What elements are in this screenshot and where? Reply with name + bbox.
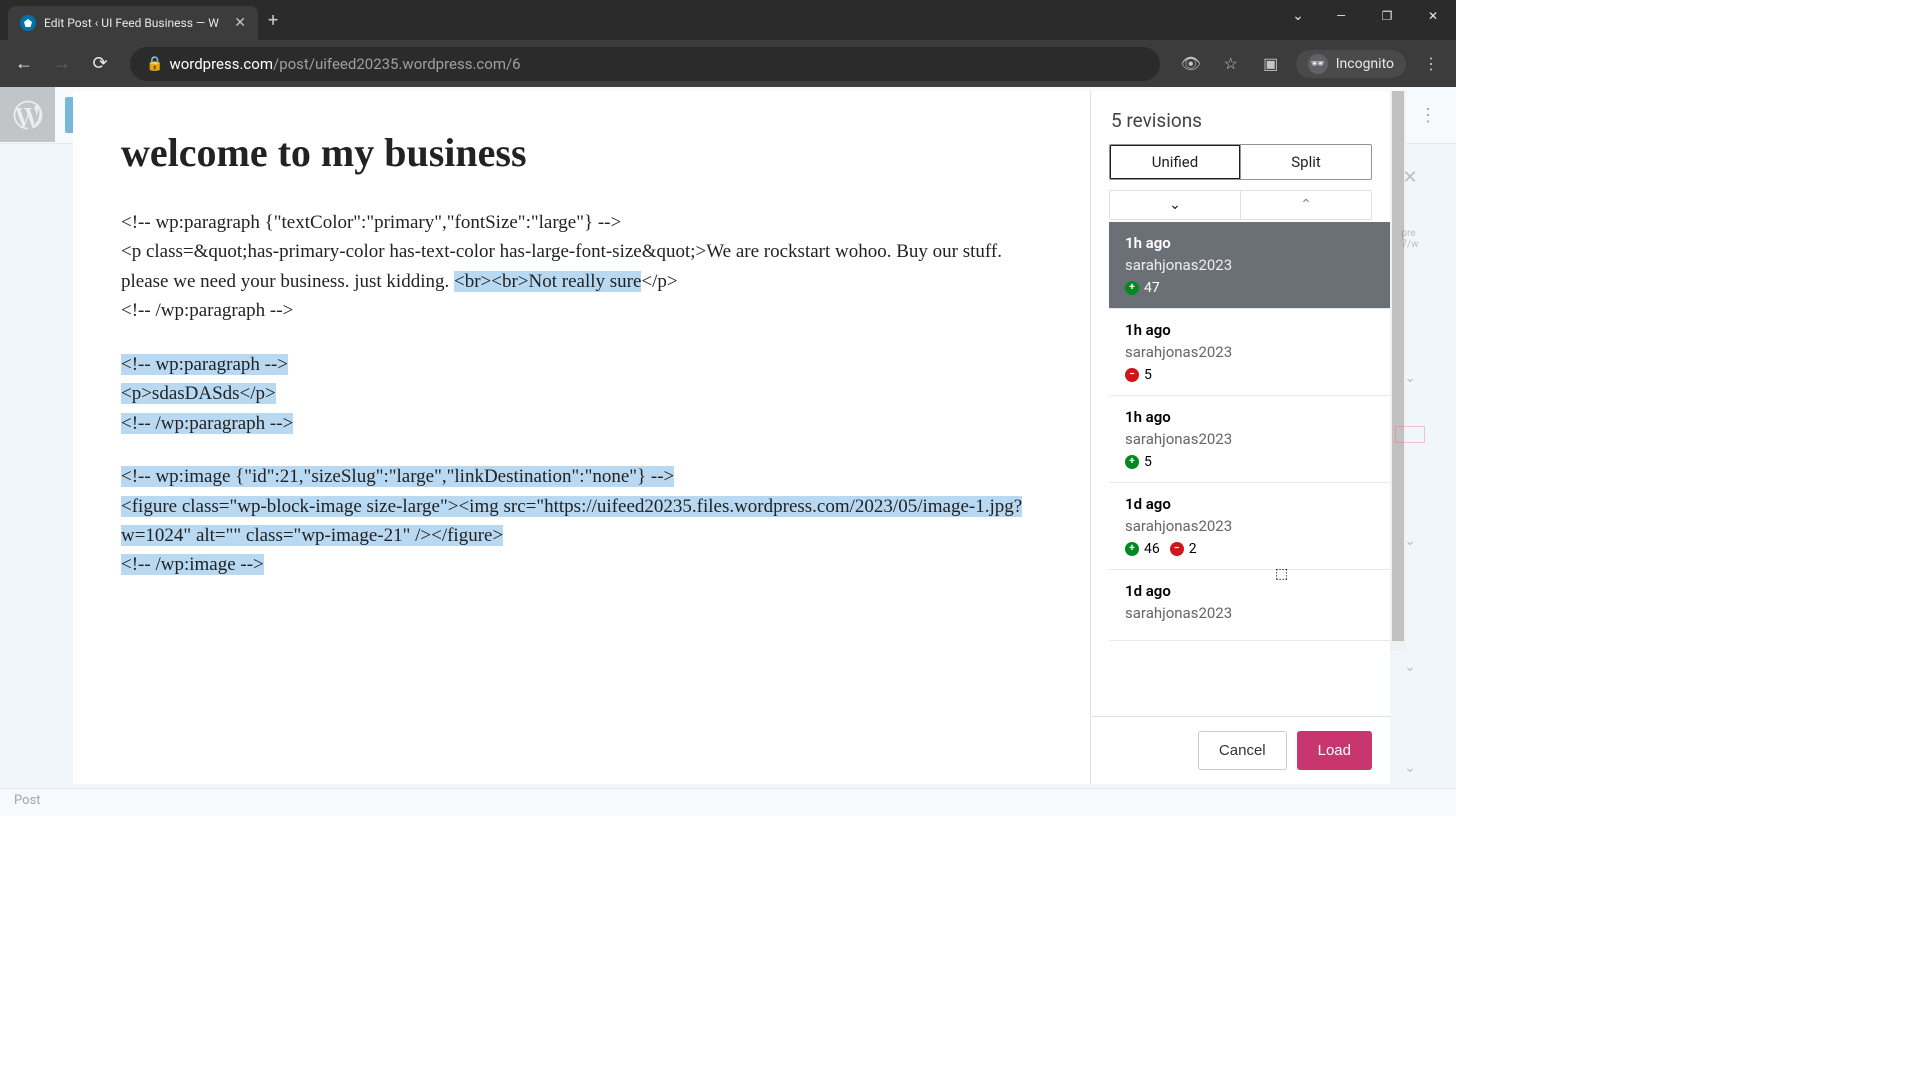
revisions-title: 5 revisions	[1091, 91, 1390, 144]
minus-icon: −	[1170, 542, 1184, 556]
diff-added: <p>sdasDASds</p>	[121, 383, 276, 404]
revisions-list[interactable]: 1h ago sarahjonas2023 +47 1h ago sarahjo…	[1109, 222, 1390, 716]
browser-menu-icon[interactable]: ⋮	[1416, 49, 1446, 79]
revision-item[interactable]: 1d ago sarahjonas2023	[1109, 570, 1390, 641]
revision-time: 1h ago	[1125, 408, 1374, 426]
document-type-label: Post	[14, 793, 41, 808]
revision-nav: ⌄ ⌃	[1109, 190, 1372, 220]
diff-line: <!-- /wp:paragraph -->	[121, 300, 293, 321]
revision-author: sarahjonas2023	[1125, 604, 1374, 622]
revision-time: 1d ago	[1125, 582, 1374, 600]
diff-added: <figure class="wp-block-image size-large…	[121, 496, 1022, 546]
revision-author: sarahjonas2023	[1125, 430, 1374, 448]
url-field[interactable]: 🔒 wordpress.com/post/uifeed20235.wordpre…	[130, 47, 1160, 81]
plus-icon: +	[1125, 281, 1139, 295]
diff-added: <!-- /wp:paragraph -->	[121, 413, 293, 434]
revision-time: 1d ago	[1125, 495, 1374, 513]
tab-title: Edit Post ‹ UI Feed Business — W	[44, 16, 226, 30]
maximize-button[interactable]: ❐	[1364, 0, 1410, 32]
revisions-modal: welcome to my business <!-- wp:paragraph…	[73, 91, 1390, 784]
browser-tab[interactable]: Edit Post ‹ UI Feed Business — W ✕	[8, 6, 258, 40]
post-title: welcome to my business	[121, 129, 1042, 176]
site-info-icon[interactable]: 🔒	[146, 56, 163, 72]
close-tab-icon[interactable]: ✕	[234, 15, 246, 31]
incognito-label: Incognito	[1336, 56, 1394, 72]
settings-sidebar-peek: ✕ pre7/w ⌄ ⌄ ⌄ ⌄	[1392, 167, 1428, 776]
load-button[interactable]: Load	[1297, 731, 1372, 770]
url-path: /post/uifeed20235.wordpress.com/6	[273, 55, 521, 73]
wp-bottom-bar: Post	[0, 788, 1456, 816]
wordpress-favicon-icon	[20, 15, 36, 31]
revisions-pane: 5 revisions Unified Split ⌄ ⌃ 1h ago sar…	[1090, 91, 1390, 784]
minus-icon: −	[1125, 368, 1139, 382]
tab-bar: Edit Post ‹ UI Feed Business — W ✕ + ⌄ ―…	[0, 0, 1456, 40]
extensions-icon[interactable]: ▣	[1256, 49, 1286, 79]
diff-content: <!-- wp:paragraph {"textColor":"primary"…	[121, 208, 1042, 580]
diff-added: <!-- /wp:image -->	[121, 554, 264, 575]
revision-item[interactable]: 1h ago sarahjonas2023 −5	[1109, 309, 1390, 396]
revision-stats: +47	[1125, 280, 1374, 296]
tabs-dropdown-icon[interactable]: ⌄	[1278, 0, 1318, 32]
minimize-button[interactable]: ―	[1318, 0, 1364, 32]
bookmark-icon[interactable]: ☆	[1216, 49, 1246, 79]
chevron-down-icon[interactable]: ⌄	[1404, 659, 1416, 675]
unified-view-button[interactable]: Unified	[1109, 144, 1241, 180]
added-stat: +47	[1125, 280, 1160, 296]
chevron-down-icon[interactable]: ⌄	[1404, 533, 1416, 549]
diff-line: </p>	[641, 271, 677, 292]
reload-button[interactable]: ⟳	[86, 53, 114, 74]
removed-stat: −2	[1170, 541, 1197, 557]
page-viewport: + ✎ ↶ ↷ ≡ Switch to draft Preview Update…	[0, 87, 1456, 816]
added-stat: +5	[1125, 454, 1152, 470]
diff-added: <!-- wp:image {"id":21,"sizeSlug":"large…	[121, 466, 674, 487]
split-view-button[interactable]: Split	[1241, 144, 1372, 180]
prev-revision-button[interactable]: ⌃	[1241, 191, 1371, 219]
browser-chrome: Edit Post ‹ UI Feed Business — W ✕ + ⌄ ―…	[0, 0, 1456, 87]
address-bar: ← → ⟳ 🔒 wordpress.com/post/uifeed20235.w…	[0, 40, 1456, 87]
next-revision-button[interactable]: ⌄	[1110, 191, 1241, 219]
revision-author: sarahjonas2023	[1125, 256, 1374, 274]
diff-pane: welcome to my business <!-- wp:paragraph…	[73, 91, 1090, 784]
options-menu-icon[interactable]: ⋮	[1410, 97, 1446, 133]
cancel-button[interactable]: Cancel	[1198, 731, 1287, 770]
removed-stat: −5	[1125, 367, 1152, 383]
diff-added: <!-- wp:paragraph -->	[121, 354, 288, 375]
close-window-button[interactable]: ✕	[1410, 0, 1456, 32]
revision-item[interactable]: 1h ago sarahjonas2023 +47	[1109, 222, 1390, 309]
view-toggle: Unified Split	[1109, 144, 1372, 180]
revision-item[interactable]: 1h ago sarahjonas2023 +5	[1109, 396, 1390, 483]
revision-time: 1h ago	[1125, 321, 1374, 339]
chevron-down-icon[interactable]: ⌄	[1404, 370, 1416, 386]
window-controls: ⌄ ― ❐ ✕	[1278, 0, 1456, 32]
revision-stats: −5	[1125, 367, 1374, 383]
chevron-down-icon[interactable]: ⌄	[1404, 760, 1416, 776]
revision-author: sarahjonas2023	[1125, 343, 1374, 361]
revision-time: 1h ago	[1125, 234, 1374, 252]
cookies-icon[interactable]: 👁	[1176, 49, 1206, 79]
incognito-badge[interactable]: 🕶 Incognito	[1296, 50, 1406, 78]
revisions-footer: Cancel Load	[1091, 716, 1390, 784]
revision-stats: +46 −2	[1125, 541, 1374, 557]
plus-icon: +	[1125, 542, 1139, 556]
added-stat: +46	[1125, 541, 1160, 557]
back-button[interactable]: ←	[10, 53, 38, 74]
revision-item[interactable]: 1d ago sarahjonas2023 +46 −2	[1109, 483, 1390, 570]
revision-stats: +5	[1125, 454, 1374, 470]
url-host: wordpress.com	[169, 55, 273, 73]
plus-icon: +	[1125, 455, 1139, 469]
close-icon[interactable]: ✕	[1402, 167, 1417, 188]
incognito-icon: 🕶	[1308, 54, 1328, 74]
input-peek[interactable]	[1395, 426, 1425, 442]
revision-author: sarahjonas2023	[1125, 517, 1374, 535]
forward-button[interactable]: →	[48, 53, 76, 74]
diff-added: <br><br>Not really sure	[454, 271, 641, 292]
diff-line: <!-- wp:paragraph {"textColor":"primary"…	[121, 212, 621, 233]
new-tab-button[interactable]: +	[268, 10, 278, 31]
